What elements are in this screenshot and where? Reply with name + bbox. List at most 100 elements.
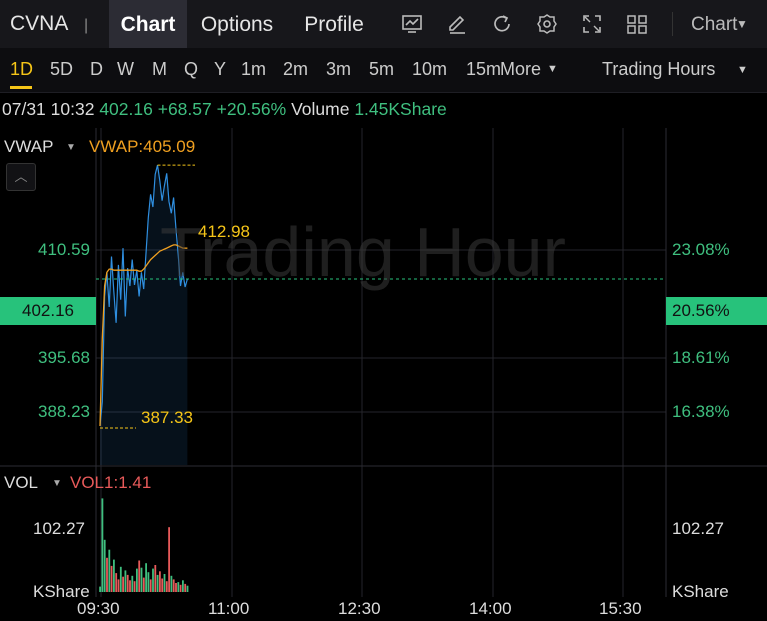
chevron-down-icon[interactable]: ▼: [737, 64, 748, 76]
time-axis-tick: 15:30: [599, 599, 642, 618]
refresh-icon[interactable]: [491, 13, 513, 35]
volume-bar: [142, 577, 145, 592]
indicator-label[interactable]: VWAP: [4, 137, 53, 157]
volume-bar: [161, 578, 164, 592]
time-axis-tick: 09:30: [77, 599, 120, 618]
chevron-down-icon[interactable]: ▼: [52, 478, 62, 489]
more-periods-button[interactable]: More: [500, 59, 541, 80]
high-annotation: 412.98: [198, 222, 250, 241]
time-axis-tick: 11:00: [208, 599, 250, 618]
draw-icon[interactable]: [446, 13, 468, 35]
volume-bar: [147, 572, 150, 592]
volume-bar: [179, 584, 182, 592]
volume-bar: [129, 580, 131, 592]
volume-bar: [156, 574, 159, 592]
current-price-badge: 402.16: [0, 297, 96, 325]
volume-bar: [119, 566, 122, 592]
volume-bar: [99, 586, 101, 592]
volume-indicator-label[interactable]: VOL: [4, 473, 38, 493]
volume-bar: [115, 573, 118, 592]
volume-bar: [138, 560, 141, 592]
volume-bar: [101, 498, 104, 592]
layout-icon[interactable]: [626, 13, 648, 35]
low-annotation: 387.33: [141, 408, 193, 427]
volume-bar: [103, 539, 106, 592]
volume-bar: [140, 567, 143, 592]
right-axis-tick: 18.61%: [672, 348, 730, 367]
volume-bar: [172, 579, 175, 592]
tab-chart[interactable]: Chart: [109, 0, 187, 48]
period-2m[interactable]: 2m: [283, 59, 308, 80]
volume-bar: [136, 568, 138, 592]
settings-icon[interactable]: [536, 13, 558, 35]
period-5d[interactable]: 5D: [50, 59, 73, 80]
volume-bar: [184, 583, 187, 592]
volume-bar: [113, 559, 115, 592]
volume-bar: [182, 580, 184, 592]
left-axis-tick: 410.59: [38, 240, 90, 259]
volume-bar: [133, 581, 136, 592]
quote-change: +68.57: [157, 99, 212, 119]
quote-volume-label: Volume: [291, 99, 350, 119]
volume-bar: [108, 549, 111, 592]
chevron-down-icon[interactable]: ▼: [547, 63, 558, 75]
volume-bar: [152, 568, 154, 592]
volume-bar: [163, 574, 166, 592]
volume-bar: [165, 581, 168, 592]
volume-axis-tick: 102.27: [672, 519, 724, 538]
quote-volume-value: 1.45KShare: [354, 99, 447, 119]
chevron-down-icon[interactable]: ▼: [66, 142, 76, 153]
volume-bar: [122, 576, 124, 592]
current-pct-badge: 20.56%: [666, 297, 767, 325]
volume-bar: [154, 565, 157, 592]
volume-bar: [106, 557, 108, 592]
volume-bars: [99, 498, 189, 592]
period-3m[interactable]: 3m: [326, 59, 351, 80]
period-m[interactable]: M: [152, 59, 167, 80]
volume-bar: [110, 565, 113, 592]
right-axis-tick: 23.08%: [672, 240, 730, 259]
volume-bar: [149, 579, 152, 592]
volume-bar: [186, 585, 189, 592]
period-1m[interactable]: 1m: [241, 59, 266, 80]
left-axis-tick: 395.68: [38, 348, 90, 367]
chart-type-dropdown[interactable]: Chart: [691, 14, 737, 36]
period-w[interactable]: W: [117, 59, 134, 80]
left-axis-tick: 388.23: [38, 402, 90, 421]
indicator-icon[interactable]: [401, 13, 423, 35]
time-axis-tick: 12:30: [338, 599, 381, 618]
toolbar-divider: [672, 12, 673, 36]
volume-indicator-value: VOL1:1.41: [70, 473, 152, 492]
quote-time: 07/31 10:32: [2, 99, 95, 119]
period-y[interactable]: Y: [214, 59, 226, 80]
period-q[interactable]: Q: [184, 59, 198, 80]
volume-bar: [124, 570, 127, 592]
collapse-icon[interactable]: ︿: [6, 163, 36, 191]
ticker-symbol[interactable]: CVNA: [10, 12, 68, 36]
quote-price: 402.16: [99, 99, 153, 119]
volume-bar: [175, 583, 177, 592]
volume-bar: [168, 527, 170, 592]
volume-bar: [170, 575, 173, 592]
ticker-separator: |: [84, 17, 89, 34]
time-axis-tick: 14:00: [469, 599, 512, 618]
chevron-down-icon[interactable]: ▼: [736, 17, 748, 31]
volume-bar: [117, 579, 120, 592]
session-dropdown[interactable]: Trading Hours: [602, 59, 715, 80]
tab-profile[interactable]: Profile: [300, 0, 368, 48]
price-chart[interactable]: [0, 128, 767, 598]
period-1d[interactable]: 1D: [10, 59, 33, 80]
period-10m[interactable]: 10m: [412, 59, 447, 80]
fullscreen-icon[interactable]: [581, 13, 603, 35]
right-axis-tick: 16.38%: [672, 402, 730, 421]
vwap-value: VWAP:405.09: [89, 137, 196, 156]
period-5m[interactable]: 5m: [369, 59, 394, 80]
active-period-underline: [10, 86, 32, 89]
tab-options[interactable]: Options: [196, 0, 278, 48]
period-15m[interactable]: 15m: [466, 59, 500, 80]
volume-axis-tick: 102.27: [33, 519, 85, 538]
volume-bar: [145, 563, 147, 592]
period-d[interactable]: D: [90, 59, 103, 80]
volume-bar: [126, 574, 129, 592]
volume-axis-unit: KShare: [672, 582, 729, 601]
